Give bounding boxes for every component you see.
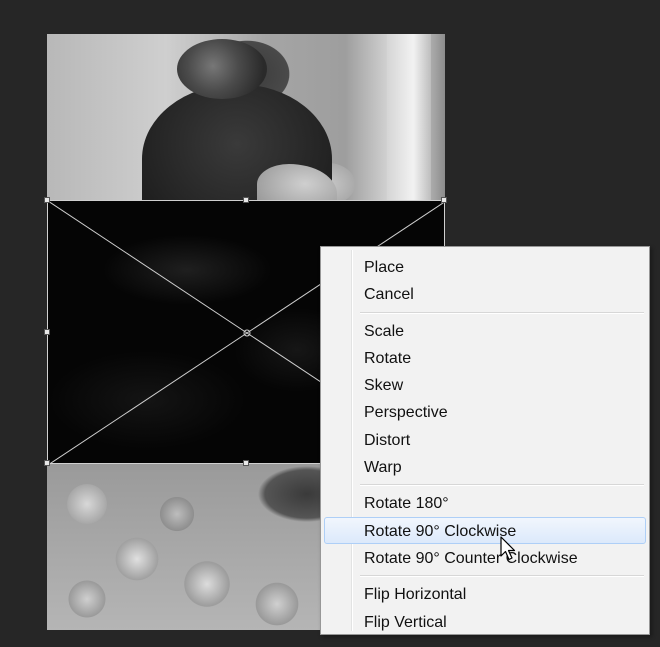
handle-top-center[interactable] — [243, 197, 249, 203]
menu-item-rotate[interactable]: Rotate — [324, 344, 646, 371]
menu-item-flip-horizontal[interactable]: Flip Horizontal — [324, 580, 646, 607]
handle-top-left[interactable] — [44, 197, 50, 203]
menu-item-scale[interactable]: Scale — [324, 317, 646, 344]
menu-item-distort[interactable]: Distort — [324, 426, 646, 453]
menu-group: Flip Horizontal Flip Vertical — [324, 580, 646, 635]
menu-item-flip-vertical[interactable]: Flip Vertical — [324, 608, 646, 635]
menu-item-warp[interactable]: Warp — [324, 453, 646, 480]
menu-separator — [360, 308, 646, 317]
menu-group: Scale Rotate Skew Perspective Distort Warp — [324, 317, 646, 481]
menu-item-cancel[interactable]: Cancel — [324, 280, 646, 307]
menu-item-place[interactable]: Place — [324, 253, 646, 280]
menu-item-rotate-90-clockwise[interactable]: Rotate 90° Clockwise — [324, 516, 646, 544]
menu-separator — [360, 480, 646, 489]
menu-group: Place Cancel — [324, 253, 646, 308]
window-light — [387, 34, 431, 200]
menu-item-perspective[interactable]: Perspective — [324, 398, 646, 425]
photo-top — [47, 34, 445, 234]
menu-group: Rotate 180° Rotate 90° Clockwise Rotate 90… — [324, 489, 646, 571]
arrow-cursor-icon — [500, 536, 516, 561]
hair-bun — [177, 39, 267, 99]
handle-top-right[interactable] — [441, 197, 447, 203]
menu-separator — [360, 571, 646, 580]
handle-bottom-left[interactable] — [44, 460, 50, 466]
menu-item-rotate-90-counter-clockwise[interactable]: Rotate 90° Counter Clockwise — [324, 544, 646, 571]
menu-item-skew[interactable]: Skew — [324, 371, 646, 398]
transform-context-menu: Place Cancel Scale Rotate Skew Perspective Dis… — [320, 246, 650, 635]
menu-item-rotate-180[interactable]: Rotate 180° — [324, 489, 646, 516]
handle-bottom-center[interactable] — [243, 460, 249, 466]
handle-middle-left[interactable] — [44, 329, 50, 335]
